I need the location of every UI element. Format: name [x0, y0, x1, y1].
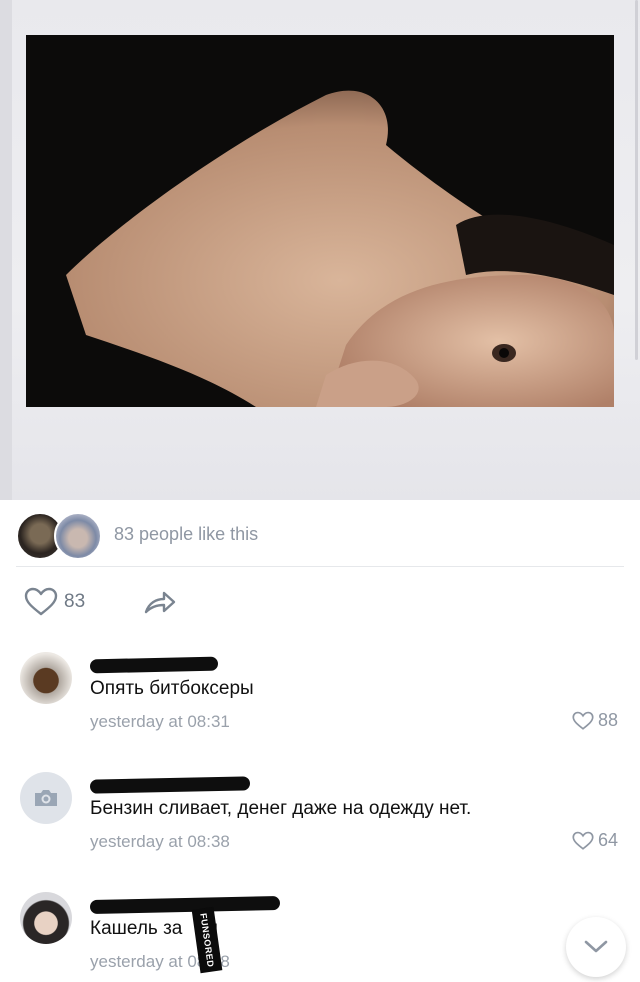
- post-actions: 83: [24, 584, 177, 620]
- share-arrow-icon: [144, 591, 176, 614]
- like-count: 83: [64, 591, 86, 612]
- scroll-down-button[interactable]: [566, 917, 626, 977]
- photo-illustration: [26, 35, 614, 407]
- comment-time: yesterday at 08:31: [90, 712, 230, 731]
- post-photo-frame: [0, 0, 640, 500]
- post-photo[interactable]: [26, 35, 614, 407]
- comment-like-count: 88: [597, 710, 618, 730]
- avatar: [54, 512, 102, 560]
- divider: [16, 566, 624, 567]
- comment-author-redacted[interactable]: [89, 654, 290, 676]
- heart-icon: [572, 711, 594, 730]
- comment-author-redacted[interactable]: [89, 774, 290, 796]
- likes-summary[interactable]: 83 people like this: [16, 508, 624, 560]
- heart-icon: [24, 587, 58, 616]
- comment-text: Опять битбоксеры: [90, 678, 254, 699]
- like-button[interactable]: 83: [24, 587, 85, 617]
- avatar[interactable]: [20, 772, 72, 824]
- share-button[interactable]: [143, 587, 177, 617]
- heart-icon: [572, 831, 594, 850]
- comment-author-redacted[interactable]: [89, 894, 290, 916]
- likes-summary-text: 83 people like this: [114, 523, 259, 544]
- comment-time-part: yesterday at: [90, 952, 183, 971]
- comment-item[interactable]: Опять битбоксеры yesterday at 08:31 88: [20, 652, 624, 742]
- comment-time: yesterday at 08:38: [90, 832, 230, 851]
- comment-like-button[interactable]: 88: [572, 710, 618, 731]
- frame-edge: [0, 0, 12, 500]
- comment-item[interactable]: Кашель заал yesterday at 08:58: [20, 892, 624, 982]
- comment-text-part: Кашель за: [90, 918, 183, 939]
- comment-like-count: 64: [597, 830, 618, 850]
- page-scrollbar[interactable]: [635, 0, 638, 360]
- comment-item[interactable]: Бензин сливает, денег даже на одежду нет…: [20, 772, 624, 862]
- avatar[interactable]: [20, 652, 72, 704]
- chevron-down-icon: [584, 940, 608, 953]
- comment-like-button[interactable]: 64: [572, 830, 618, 851]
- liker-avatars: [16, 508, 106, 560]
- comment-text: Бензин сливает, денег даже на одежду нет…: [90, 798, 472, 819]
- avatar[interactable]: [20, 892, 72, 944]
- camera-icon: [35, 790, 57, 806]
